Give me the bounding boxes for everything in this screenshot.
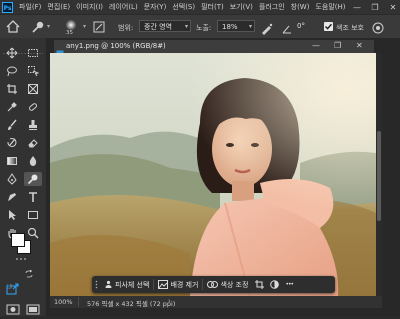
minimize-button[interactable]: —: [352, 3, 362, 12]
gradient-tool-icon[interactable]: [3, 154, 21, 168]
share-icon[interactable]: [6, 280, 20, 295]
color-adjust-label: 색상 조정: [220, 280, 249, 289]
status-bar: 100% 576 픽셀 x 432 픽셀 (72 ppi) ›: [50, 296, 382, 308]
dodge-tool-icon[interactable]: [24, 172, 42, 186]
select-subject-button[interactable]: 피사체 선택: [100, 278, 153, 291]
chevron-right-icon[interactable]: ›: [168, 297, 171, 305]
doc-close-button[interactable]: ✕: [356, 41, 363, 50]
adjustment-layer-button[interactable]: [267, 278, 282, 291]
menu-window[interactable]: 창(W): [291, 2, 310, 12]
angle-icon: [281, 20, 293, 34]
menu-bar: Ps 파일(F) 편집(E) 이미지(I) 레이어(L) 문자(Y) 선택(S)…: [0, 0, 400, 14]
brush-size-value: 35: [66, 30, 73, 36]
pen-tool-icon[interactable]: [3, 172, 21, 186]
range-label: 범위:: [118, 24, 134, 32]
grip-icon[interactable]: [92, 278, 100, 291]
menu-file[interactable]: 파일(F): [19, 2, 41, 12]
brush-tool-icon[interactable]: [3, 118, 21, 132]
marquee-tool-icon[interactable]: [24, 46, 42, 60]
contextual-task-bar: 피사체 선택 배경 제거 색상 조정 •••: [92, 276, 335, 293]
swap-colors-icon[interactable]: [25, 263, 33, 278]
spot-healing-tool-icon[interactable]: [24, 100, 42, 114]
window-controls: — ❐ ✕: [352, 0, 398, 14]
range-select-value: 중간 영역: [144, 23, 172, 31]
blur-tool-icon[interactable]: [24, 154, 42, 168]
document-info[interactable]: 576 픽셀 x 432 픽셀 (72 ppi): [87, 298, 175, 308]
document-tab-title: any1.png @ 100% (RGB/8#): [66, 42, 166, 50]
more-options-button[interactable]: •••: [282, 278, 296, 291]
select-subject-label: 피사체 선택: [115, 280, 150, 289]
color-adjust-button[interactable]: 색상 조정: [203, 278, 252, 291]
quick-mask-icon[interactable]: [6, 300, 20, 315]
move-tool-icon[interactable]: [3, 46, 21, 60]
menu-plugins[interactable]: 플러그인: [259, 2, 285, 12]
photoshop-logo[interactable]: Ps: [2, 1, 13, 13]
rectangle-tool-icon[interactable]: [24, 208, 42, 222]
zoom-tool-icon[interactable]: [24, 226, 42, 240]
crop-transform-button[interactable]: [252, 278, 267, 291]
exposure-label: 노출:: [196, 24, 212, 32]
exposure-value: 18%: [222, 23, 238, 31]
protect-tones-label: 색조 보호: [336, 24, 364, 32]
canvas-image[interactable]: [50, 53, 376, 296]
history-brush-tool-icon[interactable]: [3, 136, 21, 150]
foreground-color-swatch[interactable]: [11, 233, 25, 247]
angle-field[interactable]: 0°: [293, 20, 321, 32]
chevron-down-icon[interactable]: ▾: [47, 23, 50, 30]
remove-background-icon: [158, 280, 169, 289]
close-button[interactable]: ✕: [388, 3, 398, 12]
chevron-down-icon: ▾: [248, 23, 252, 30]
menu-image[interactable]: 이미지(I): [76, 2, 103, 12]
screen-mode-icon[interactable]: [26, 300, 40, 315]
doc-maximize-button[interactable]: ❐: [334, 41, 341, 50]
path-selection-tool-icon[interactable]: [3, 208, 21, 222]
menu-type[interactable]: 문자(Y): [144, 2, 167, 12]
crop-icon: [255, 280, 265, 289]
chevron-down-icon: ▾: [184, 23, 188, 30]
pressure-size-icon[interactable]: [371, 20, 385, 34]
exposure-field[interactable]: 18% ▾: [217, 20, 255, 32]
half-circle-icon: [270, 280, 280, 289]
angle-value: 0°: [297, 22, 305, 30]
tab-document-icon: [56, 43, 64, 58]
options-bar: ▾ 35 ▾ 범위: 중간 영역 ▾ 노출: 18% ▾ 0° 색조 보호: [0, 14, 400, 40]
protect-tones-checkbox[interactable]: [324, 22, 333, 31]
zoom-level[interactable]: 100%: [54, 298, 73, 306]
separator: [78, 297, 79, 307]
menu-edit[interactable]: 편집(E): [47, 2, 70, 12]
menu-select[interactable]: 선택(S): [172, 2, 195, 12]
menu-help[interactable]: 도움말(H): [315, 2, 345, 12]
brush-preset-picker[interactable]: 35: [60, 18, 82, 37]
remove-background-button[interactable]: 배경 제거: [154, 278, 202, 291]
type-tool-icon[interactable]: [24, 190, 42, 204]
range-select[interactable]: 중간 영역 ▾: [139, 20, 191, 32]
maximize-button[interactable]: ❐: [370, 3, 380, 12]
eyedropper-tool-icon[interactable]: [3, 100, 21, 114]
home-icon[interactable]: [4, 18, 22, 35]
airbrush-icon[interactable]: [260, 20, 274, 35]
document-tab[interactable]: any1.png @ 100% (RGB/8#) — ❐ ✕: [54, 40, 374, 58]
eraser-tool-icon[interactable]: [24, 136, 42, 150]
lasso-tool-icon[interactable]: [3, 64, 21, 78]
crop-tool-icon[interactable]: [3, 82, 21, 96]
tools-panel: [0, 38, 47, 316]
frame-tool-icon[interactable]: [24, 82, 42, 96]
panel-grip[interactable]: [3, 40, 43, 54]
scrollbar-thumb[interactable]: [377, 131, 381, 221]
select-subject-icon: [105, 280, 112, 288]
dodge-tool-preset-icon[interactable]: [30, 19, 46, 35]
menu-view[interactable]: 보기(V): [230, 2, 253, 12]
menu-filter[interactable]: 필터(T): [201, 2, 224, 12]
object-selection-tool-icon[interactable]: [24, 64, 42, 78]
clone-stamp-tool-icon[interactable]: [24, 118, 42, 132]
remove-background-label: 배경 제거: [170, 280, 199, 289]
pen-path-tool-icon[interactable]: [3, 190, 21, 204]
chevron-down-icon[interactable]: ▾: [83, 23, 86, 30]
doc-minimize-button[interactable]: —: [312, 41, 320, 50]
brush-settings-icon[interactable]: [92, 19, 106, 33]
menu-layer[interactable]: 레이어(L): [109, 2, 138, 12]
color-adjust-icon: [207, 281, 219, 288]
